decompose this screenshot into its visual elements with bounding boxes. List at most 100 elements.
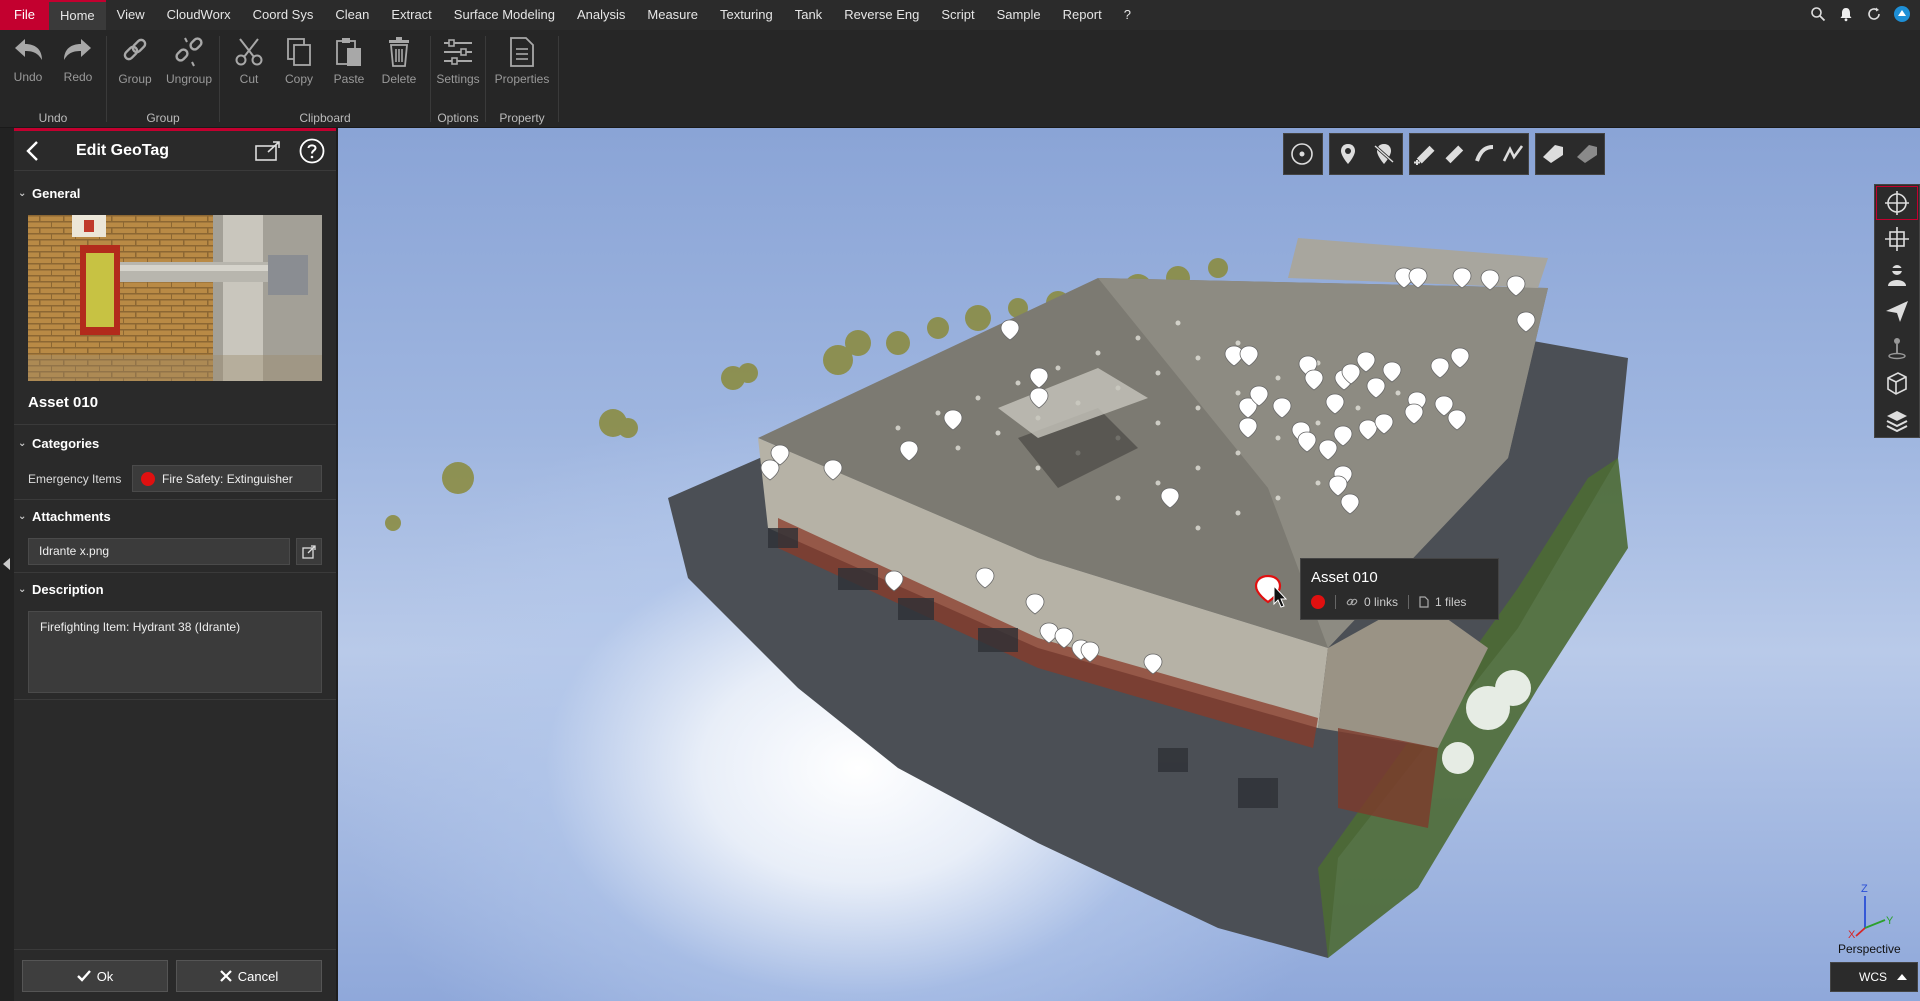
menu-help[interactable]: ? xyxy=(1113,0,1142,30)
ungroup-button[interactable]: Ungroup xyxy=(163,32,215,94)
popout-icon[interactable] xyxy=(254,140,282,162)
copy-label: Copy xyxy=(284,72,313,86)
cancel-button[interactable]: Cancel xyxy=(176,960,322,992)
separator xyxy=(1408,595,1410,609)
menu-home[interactable]: Home xyxy=(48,0,106,30)
menu-reverse-eng[interactable]: Reverse Eng xyxy=(833,0,930,30)
help-icon[interactable] xyxy=(299,138,325,164)
category-value-box[interactable]: Fire Safety: Extinguisher xyxy=(132,465,322,492)
sync-icon[interactable] xyxy=(1864,4,1884,24)
measure-add-icon[interactable] xyxy=(1410,134,1440,174)
viewport-toolbar-geotag xyxy=(1329,133,1403,175)
copy-button[interactable]: Copy xyxy=(273,32,325,94)
undo-icon xyxy=(15,39,42,60)
properties-button[interactable]: Properties xyxy=(495,32,549,94)
menu-report[interactable]: Report xyxy=(1052,0,1113,30)
fly-icon[interactable] xyxy=(1875,293,1919,329)
menu-clean[interactable]: Clean xyxy=(324,0,380,30)
menu-view[interactable]: View xyxy=(106,0,156,30)
ok-label: Ok xyxy=(96,968,114,984)
geotag-tooltip: Asset 010 0 links 1 files xyxy=(1300,558,1499,620)
menu-texturing[interactable]: Texturing xyxy=(709,0,784,30)
tooltip-links: 0 links xyxy=(1364,595,1399,609)
checkmark-icon xyxy=(76,970,91,982)
bell-icon[interactable] xyxy=(1836,4,1856,24)
hydrant-photo-image xyxy=(28,215,322,381)
chevron-down-icon: ⌄ xyxy=(18,188,27,199)
ungroup-label: Ungroup xyxy=(165,72,213,86)
geotag-hide-icon[interactable] xyxy=(1366,134,1402,174)
divider xyxy=(14,499,336,500)
cut-button[interactable]: Cut xyxy=(223,32,275,94)
coordinate-system-label: WCS xyxy=(1859,970,1887,984)
3d-viewport[interactable]: Asset 010 0 links 1 files Z Y X Perspect… xyxy=(338,128,1920,1001)
walk-through-icon[interactable] xyxy=(1875,257,1919,293)
tooltip-category-dot xyxy=(1311,595,1325,609)
back-arrow-icon[interactable] xyxy=(22,139,46,163)
menu-surface-modeling[interactable]: Surface Modeling xyxy=(443,0,566,30)
point-cloud-scene[interactable] xyxy=(338,128,1920,1001)
undo-button[interactable]: Undo xyxy=(2,32,54,94)
viewport-toolbar-measure xyxy=(1409,133,1529,175)
section-general[interactable]: ⌄ General xyxy=(14,181,336,207)
ribbon-group-label-group: Group xyxy=(146,111,180,125)
menu-analysis[interactable]: Analysis xyxy=(566,0,636,30)
seek-icon[interactable] xyxy=(1875,329,1919,365)
redo-button[interactable]: Redo xyxy=(52,32,104,94)
paste-button[interactable]: Paste xyxy=(323,32,375,94)
section-categories[interactable]: ⌄ Categories xyxy=(14,431,336,457)
menu-measure[interactable]: Measure xyxy=(636,0,709,30)
section-description[interactable]: ⌄ Description xyxy=(14,577,336,603)
cloud-account-icon[interactable] xyxy=(1892,4,1912,24)
ok-button[interactable]: Ok xyxy=(22,960,168,992)
settings-button[interactable]: Settings xyxy=(432,32,484,94)
menu-cloudworx[interactable]: CloudWorx xyxy=(156,0,242,30)
description-textarea[interactable]: Firefighting Item: Hydrant 38 (Idrante) xyxy=(28,611,322,693)
settings-label: Settings xyxy=(436,72,480,86)
ribbon-group-options: Settings Options xyxy=(431,30,485,128)
group-button[interactable]: Group xyxy=(109,32,161,94)
menu-coord-sys[interactable]: Coord Sys xyxy=(242,0,325,30)
layers-icon[interactable] xyxy=(1875,401,1919,437)
tooltip-info-row: 0 links 1 files xyxy=(1311,595,1466,609)
attachment-file[interactable]: Idrante x.png xyxy=(28,538,290,565)
collapse-arrow-icon[interactable] xyxy=(3,558,10,570)
svg-text:X: X xyxy=(1848,929,1856,940)
annotation-icon[interactable] xyxy=(1536,134,1570,174)
divider xyxy=(14,572,336,573)
panel-footer: Ok Cancel xyxy=(14,949,336,1001)
ribbon-group-label-undo: Undo xyxy=(38,111,68,125)
menu-sample[interactable]: Sample xyxy=(986,0,1052,30)
section-attachments[interactable]: ⌄ Attachments xyxy=(14,504,336,530)
target-icon[interactable] xyxy=(1284,134,1320,174)
divider xyxy=(14,424,336,425)
delete-button[interactable]: Delete xyxy=(373,32,425,94)
open-attachment-button[interactable] xyxy=(296,538,322,565)
measure-ruler-icon[interactable] xyxy=(1440,134,1470,174)
menu-extract[interactable]: Extract xyxy=(380,0,442,30)
undo-label: Undo xyxy=(13,70,43,84)
measure-slope-icon[interactable] xyxy=(1469,134,1499,174)
separator xyxy=(1335,595,1336,609)
app-window: File Home View CloudWorx Coord Sys Clean… xyxy=(0,0,1920,1001)
chevron-down-icon: ⌄ xyxy=(18,584,27,595)
divider xyxy=(14,699,336,700)
trash-icon xyxy=(389,37,409,67)
redo-icon xyxy=(64,39,91,60)
category-value: Fire Safety: Extinguisher xyxy=(162,471,293,486)
ribbon-group-label-clipboard: Clipboard xyxy=(299,111,351,125)
coordinate-system-dropdown[interactable]: WCS xyxy=(1830,962,1918,992)
search-icon[interactable] xyxy=(1808,4,1828,24)
projection-label[interactable]: Perspective xyxy=(1838,942,1901,956)
geotag-add-icon[interactable] xyxy=(1330,134,1366,174)
top-right-icons xyxy=(1808,4,1912,24)
pan-icon[interactable] xyxy=(1875,221,1919,257)
menu-tank[interactable]: Tank xyxy=(784,0,833,30)
orbit-icon[interactable] xyxy=(1875,185,1919,221)
view-cube-icon[interactable] xyxy=(1875,365,1919,401)
annotation-off-icon[interactable] xyxy=(1570,134,1604,174)
measure-profile-icon[interactable] xyxy=(1499,134,1529,174)
menu-file[interactable]: File xyxy=(0,0,49,30)
panel-collapse-strip[interactable] xyxy=(0,128,14,1001)
menu-script[interactable]: Script xyxy=(930,0,985,30)
